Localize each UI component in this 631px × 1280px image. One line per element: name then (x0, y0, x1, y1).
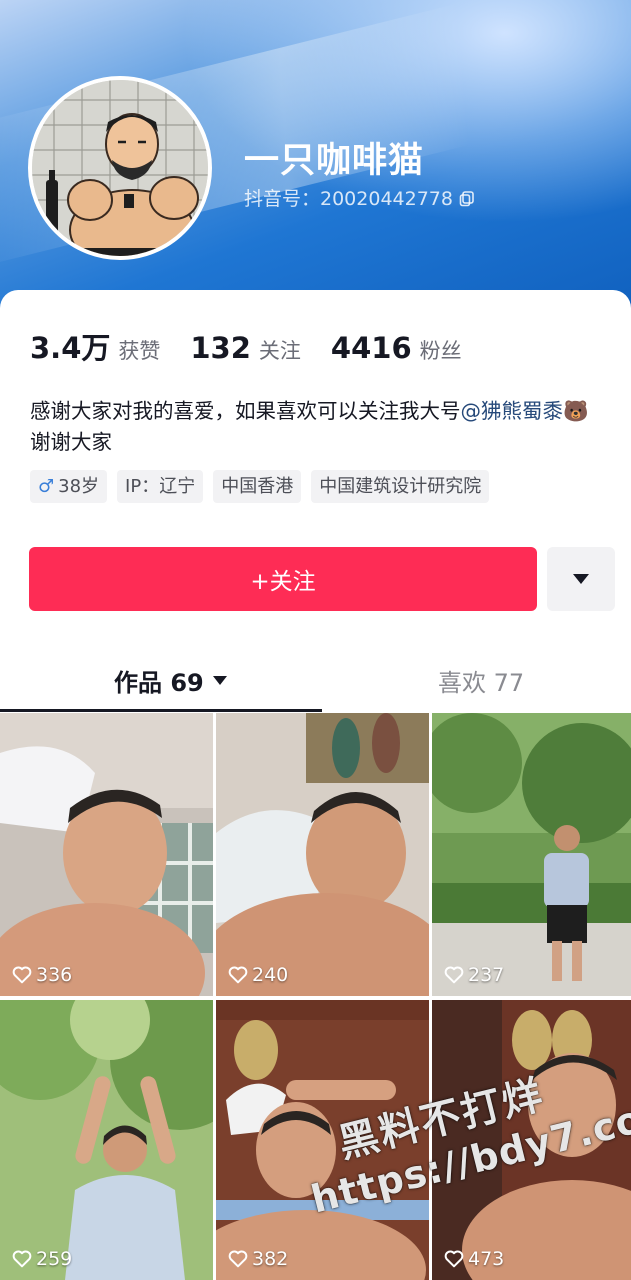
bear-emoji-icon: 🐻 (563, 399, 589, 423)
tag-label: 中国香港 (221, 476, 294, 497)
like-count-text: 382 (252, 1248, 289, 1270)
stat-label: 获赞 (118, 339, 161, 363)
tab-label: 作品 69 (114, 669, 204, 697)
tag-age: ♂ 38岁 (30, 470, 108, 503)
like-count-text: 240 (252, 964, 289, 986)
video-thumbnail[interactable]: 259 (0, 1000, 213, 1280)
tag-location[interactable]: 中国香港 (213, 470, 302, 503)
heart-icon (12, 1250, 32, 1268)
video-thumbnail[interactable]: 382 (216, 1000, 429, 1280)
video-cover-image (216, 1000, 429, 1280)
bio: 感谢大家对我的喜爱，如果喜欢可以关注我大号@狒熊蜀黍🐻 谢谢大家 (30, 396, 610, 458)
heart-icon (12, 966, 32, 984)
triangle-down-icon (212, 676, 227, 685)
video-thumbnail[interactable]: 473 (432, 1000, 631, 1280)
like-count-text: 259 (36, 1248, 73, 1270)
stat-label: 粉丝 (419, 339, 462, 363)
tag-label: 中国建筑设计研究院 (319, 476, 482, 497)
more-options-button[interactable] (547, 547, 615, 611)
tab-likes[interactable]: 喜欢 77 (438, 663, 524, 698)
video-like-count: 382 (228, 1248, 288, 1270)
video-thumbnail[interactable]: 237 (432, 713, 631, 996)
douyin-id[interactable]: 抖音号：20020442778 (244, 184, 475, 211)
profile-stats: 3.4万 获赞 132 关注 4416 粉丝 (30, 325, 492, 367)
stat-value: 4416 (330, 331, 412, 365)
copy-icon[interactable] (459, 190, 475, 206)
content-tabs: 作品 69 喜欢 77 (0, 645, 631, 713)
active-tab-indicator (0, 709, 322, 712)
tag-organization[interactable]: 中国建筑设计研究院 (311, 470, 490, 503)
video-cover-image (0, 713, 213, 996)
bio-text: 感谢大家对我的喜爱，如果喜欢可以关注我大号 (30, 399, 461, 423)
video-like-count: 259 (12, 1248, 72, 1270)
video-like-count: 336 (12, 964, 72, 986)
male-icon: ♂ (38, 476, 55, 497)
stat-following[interactable]: 132 关注 (190, 331, 301, 365)
video-cover-image (432, 713, 631, 996)
heart-icon (228, 1250, 248, 1268)
bio-suffix: 谢谢大家 (30, 430, 112, 454)
bio-mention-link[interactable]: @狒熊蜀黍 (461, 399, 564, 423)
tag-label: 38岁 (58, 476, 100, 497)
stat-value: 132 (190, 331, 251, 365)
stat-likes[interactable]: 3.4万 获赞 (30, 325, 160, 367)
tag-ip: IP：辽宁 (117, 470, 204, 503)
video-like-count: 237 (444, 964, 504, 986)
heart-icon (228, 966, 248, 984)
heart-icon (444, 966, 464, 984)
video-cover-image (432, 1000, 631, 1280)
video-thumbnail[interactable]: 240 (216, 713, 429, 996)
stat-value: 3.4万 (30, 331, 111, 365)
stat-label: 关注 (258, 339, 301, 363)
video-thumbnail[interactable]: 336 (0, 713, 213, 996)
avatar[interactable] (28, 76, 212, 260)
tag-label: IP：辽宁 (125, 476, 196, 497)
video-like-count: 473 (444, 1248, 504, 1270)
like-count-text: 473 (468, 1248, 505, 1270)
video-cover-image (216, 713, 429, 996)
nickname: 一只咖啡猫 (244, 141, 425, 181)
avatar-illustration (32, 80, 208, 256)
video-cover-image (0, 1000, 213, 1280)
follow-button[interactable]: +关注 (29, 547, 537, 611)
like-count-text: 336 (36, 964, 73, 986)
stat-followers[interactable]: 4416 粉丝 (331, 331, 462, 365)
triangle-down-icon (573, 574, 589, 584)
tab-works[interactable]: 作品 69 (114, 663, 228, 698)
tab-label: 喜欢 77 (438, 669, 525, 697)
like-count-text: 237 (468, 964, 505, 986)
profile-tags: ♂ 38岁 IP：辽宁 中国香港 中国建筑设计研究院 (30, 470, 490, 503)
douyin-id-text: 抖音号：20020442778 (244, 188, 453, 210)
heart-icon (444, 1250, 464, 1268)
video-like-count: 240 (228, 964, 288, 986)
